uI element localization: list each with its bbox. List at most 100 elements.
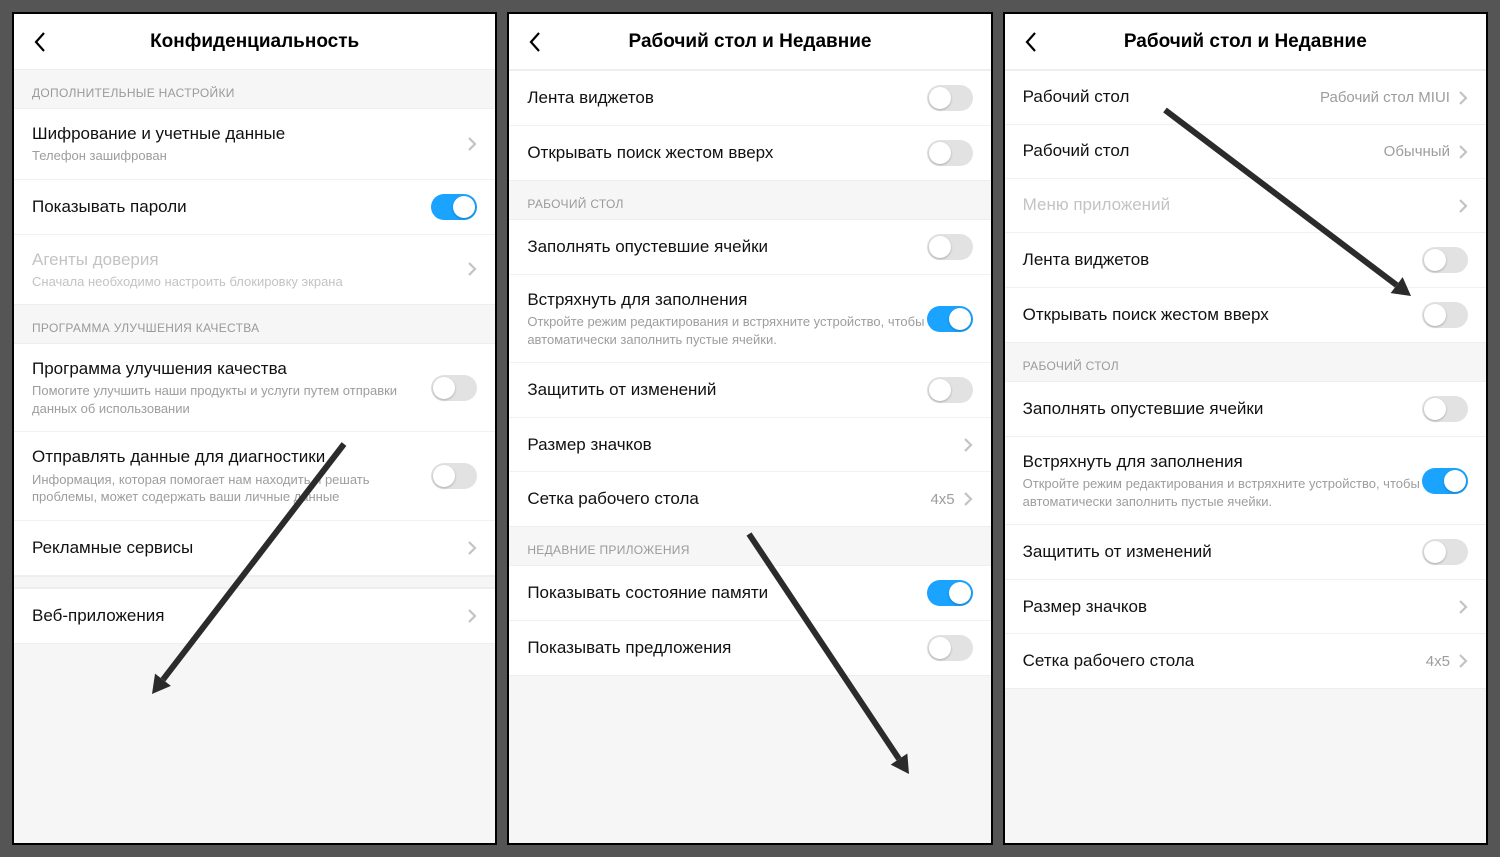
settings-row[interactable]: Открывать поиск жестом вверх <box>1005 288 1486 342</box>
settings-row[interactable]: Лента виджетов <box>1005 233 1486 288</box>
chevron-right-icon <box>963 437 973 453</box>
settings-row[interactable]: Открывать поиск жестом вверх <box>509 126 990 180</box>
toggle-switch[interactable] <box>927 580 973 606</box>
chevron-right-icon <box>467 136 477 152</box>
chevron-right-icon <box>1458 198 1468 214</box>
settings-row[interactable]: Размер значков <box>1005 580 1486 634</box>
toggle-switch[interactable] <box>431 194 477 220</box>
screen-body: Рабочий столРабочий стол MIUIРабочий сто… <box>1005 70 1486 843</box>
page-title: Рабочий стол и Недавние <box>547 31 976 53</box>
settings-group: Показывать состояние памяти Показывать пр… <box>509 565 990 676</box>
section-header: РАБОЧИЙ СТОЛ <box>509 181 990 219</box>
toggle-switch[interactable] <box>1422 468 1468 494</box>
section-header: НЕДАВНИЕ ПРИЛОЖЕНИЯ <box>509 527 990 565</box>
toggle-switch[interactable] <box>1422 247 1468 273</box>
chevron-right-icon <box>1458 653 1468 669</box>
chevron-right-icon <box>467 540 477 556</box>
back-button[interactable] <box>523 30 547 54</box>
row-label: Открывать поиск жестом вверх <box>527 142 926 164</box>
toggle-switch[interactable] <box>927 306 973 332</box>
chevron-right-icon <box>1458 90 1468 106</box>
page-title: Рабочий стол и Недавние <box>1043 31 1472 53</box>
back-button[interactable] <box>1019 30 1043 54</box>
row-label: Показывать пароли <box>32 196 431 218</box>
toggle-switch[interactable] <box>927 85 973 111</box>
section-header: ПРОГРАММА УЛУЧШЕНИЯ КАЧЕСТВА <box>14 305 495 343</box>
row-subtitle: Информация, которая помогает нам находит… <box>32 471 431 506</box>
row-label: Рекламные сервисы <box>32 537 467 559</box>
settings-row[interactable]: Программа улучшения качестваПомогите улу… <box>14 344 495 432</box>
toggle-switch[interactable] <box>927 635 973 661</box>
toggle-switch[interactable] <box>431 375 477 401</box>
settings-row[interactable]: Лента виджетов <box>509 71 990 126</box>
section-header: РАБОЧИЙ СТОЛ <box>1005 343 1486 381</box>
settings-row[interactable]: Встряхнуть для заполненияОткройте режим … <box>1005 437 1486 525</box>
row-label: Лента виджетов <box>1023 249 1422 271</box>
row-label: Лента виджетов <box>527 87 926 109</box>
toggle-switch[interactable] <box>1422 539 1468 565</box>
settings-row[interactable]: Рекламные сервисы <box>14 521 495 575</box>
row-value: 4x5 <box>1426 653 1450 670</box>
screen-header: Рабочий стол и Недавние <box>509 14 990 70</box>
chevron-right-icon <box>1458 599 1468 615</box>
back-button[interactable] <box>28 30 52 54</box>
toggle-switch[interactable] <box>1422 302 1468 328</box>
settings-row[interactable]: Сетка рабочего стола4x5 <box>1005 634 1486 688</box>
settings-group: Веб-приложения <box>14 588 495 644</box>
section-header: ДОПОЛНИТЕЛЬНЫЕ НАСТРОЙКИ <box>14 70 495 108</box>
settings-row[interactable]: Рабочий столОбычный <box>1005 125 1486 179</box>
settings-row[interactable]: Показывать предложения <box>509 621 990 675</box>
settings-group: Заполнять опустевшие ячейкиВстряхнуть дл… <box>1005 381 1486 689</box>
row-value: Рабочий стол MIUI <box>1320 89 1450 106</box>
row-label: Шифрование и учетные данные <box>32 123 467 145</box>
settings-row[interactable]: Встряхнуть для заполненияОткройте режим … <box>509 275 990 363</box>
row-label: Защитить от изменений <box>1023 541 1422 563</box>
settings-row[interactable]: Показывать состояние памяти <box>509 566 990 621</box>
settings-row[interactable]: Отправлять данные для диагностики Информа… <box>14 432 495 520</box>
toggle-switch[interactable] <box>927 140 973 166</box>
toggle-switch[interactable] <box>927 234 973 260</box>
settings-row[interactable]: Рабочий столРабочий стол MIUI <box>1005 71 1486 125</box>
screen-body: ДОПОЛНИТЕЛЬНЫЕ НАСТРОЙКИШифрование и уче… <box>14 70 495 843</box>
settings-row[interactable]: Заполнять опустевшие ячейки <box>1005 382 1486 437</box>
row-subtitle: Телефон зашифрован <box>32 147 467 165</box>
settings-group: Заполнять опустевшие ячейки Встряхнуть дл… <box>509 219 990 527</box>
row-label: Программа улучшения качества <box>32 358 431 380</box>
row-label: Сетка рабочего стола <box>1023 650 1426 672</box>
row-value: Обычный <box>1384 143 1450 160</box>
settings-row[interactable]: Шифрование и учетные данные Телефон зашиф… <box>14 109 495 180</box>
settings-row[interactable]: Показывать пароли <box>14 180 495 235</box>
row-label: Заполнять опустевшие ячейки <box>527 236 926 258</box>
row-label: Отправлять данные для диагностики <box>32 446 431 468</box>
row-subtitle: Помогите улучшить наши продукты и услуги… <box>32 382 431 417</box>
toggle-switch[interactable] <box>927 377 973 403</box>
screen-body: Лента виджетов Открывать поиск жестом вве… <box>509 70 990 843</box>
row-label: Показывать состояние памяти <box>527 582 926 604</box>
row-label: Размер значков <box>527 434 962 456</box>
row-label: Показывать предложения <box>527 637 926 659</box>
toggle-switch[interactable] <box>1422 396 1468 422</box>
settings-group: Шифрование и учетные данные Телефон зашиф… <box>14 108 495 305</box>
settings-row: Меню приложений <box>1005 179 1486 233</box>
row-label: Рабочий стол <box>1023 86 1320 108</box>
row-subtitle: Откройте режим редактирования и встряхни… <box>1023 475 1422 510</box>
phone-screen: Рабочий стол и НедавниеРабочий столРабоч… <box>1003 12 1488 845</box>
settings-row[interactable]: Защитить от изменений <box>509 363 990 418</box>
settings-row[interactable]: Сетка рабочего стола4x5 <box>509 472 990 526</box>
row-label: Защитить от изменений <box>527 379 926 401</box>
phone-screen: Рабочий стол и Недавние Лента виджетов Отк… <box>507 12 992 845</box>
settings-row[interactable]: Защитить от изменений <box>1005 525 1486 580</box>
chevron-right-icon <box>467 261 477 277</box>
toggle-switch[interactable] <box>431 463 477 489</box>
row-label: Размер значков <box>1023 596 1458 618</box>
settings-group: Рабочий столРабочий стол MIUIРабочий сто… <box>1005 70 1486 343</box>
row-label: Меню приложений <box>1023 194 1458 216</box>
row-label: Агенты доверия <box>32 249 467 271</box>
settings-row[interactable]: Веб-приложения <box>14 589 495 643</box>
chevron-right-icon <box>467 608 477 624</box>
settings-row[interactable]: Размер значков <box>509 418 990 472</box>
page-title: Конфиденциальность <box>52 31 481 53</box>
screen-header: Конфиденциальность <box>14 14 495 70</box>
settings-group: Программа улучшения качестваПомогите улу… <box>14 343 495 575</box>
settings-row[interactable]: Заполнять опустевшие ячейки <box>509 220 990 275</box>
